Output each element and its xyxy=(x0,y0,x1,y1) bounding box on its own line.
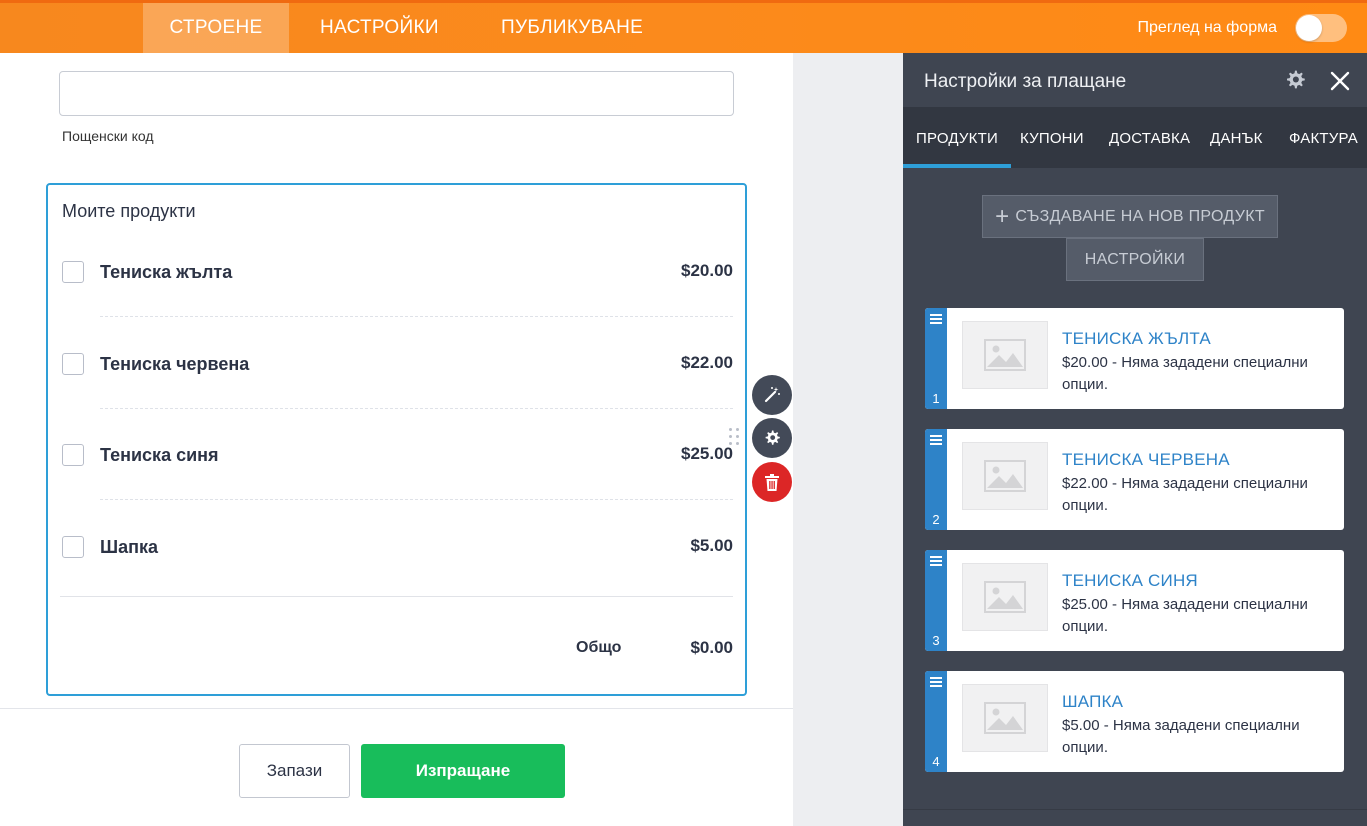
zip-code-input[interactable] xyxy=(59,71,734,116)
product-name: Шапка xyxy=(100,537,158,557)
card-product-desc: $5.00 - Няма зададени специални опции. xyxy=(1062,717,1300,756)
panel-settings-button[interactable] xyxy=(1285,70,1307,92)
product-price: $22.00 xyxy=(681,353,733,372)
products-field[interactable]: Моите продукти Тениска жълта $20.00 Тени… xyxy=(46,183,747,696)
product-checkbox[interactable] xyxy=(62,536,84,558)
form-preview-toggle[interactable] xyxy=(1295,14,1347,42)
product-row: Тениска жълта $20.00 xyxy=(48,261,745,353)
card-index: 1 xyxy=(932,391,940,406)
row-divider xyxy=(100,499,733,500)
card-drag-handle[interactable]: 1 xyxy=(925,308,947,409)
gear-icon xyxy=(765,430,780,445)
product-row: Шапка $5.00 xyxy=(48,536,745,628)
total-label: Общо xyxy=(576,639,622,656)
card-index: 3 xyxy=(932,633,940,648)
zip-code-label: Пощенски код xyxy=(62,128,154,144)
form-preview-label: Преглед на форма xyxy=(1137,19,1277,36)
tab-build[interactable]: СТРОЕНЕ xyxy=(143,3,289,53)
panel-header: Настройки за плащане xyxy=(903,53,1367,107)
tab-publish[interactable]: ПУБЛИКУВАНЕ xyxy=(501,3,643,53)
image-placeholder-icon xyxy=(962,684,1048,752)
trash-icon xyxy=(765,473,779,491)
total-divider xyxy=(60,596,733,597)
gear-icon xyxy=(1287,70,1305,89)
product-name: Тениска червена xyxy=(100,354,250,374)
drag-handle-icon[interactable] xyxy=(729,428,741,450)
panel-title: Настройки за плащане xyxy=(924,71,1127,92)
panel-bottom-divider xyxy=(903,809,1367,810)
form-footer-divider xyxy=(0,708,793,709)
field-settings-button[interactable] xyxy=(752,418,792,458)
product-settings-button[interactable]: НАСТРОЙКИ xyxy=(1066,238,1204,281)
product-price: $5.00 xyxy=(690,536,733,555)
top-navigation-bar: СТРОЕНЕ НАСТРОЙКИ ПУБЛИКУВАНЕ Преглед на… xyxy=(0,0,1367,53)
tab-tax[interactable]: ДАНЪК xyxy=(1210,107,1263,168)
image-placeholder-icon xyxy=(962,321,1048,389)
create-product-label: СЪЗДАВАНЕ НА НОВ ПРОДУКТ xyxy=(1015,207,1265,225)
close-icon xyxy=(1330,71,1350,91)
product-price: $20.00 xyxy=(681,261,733,280)
card-drag-handle[interactable]: 2 xyxy=(925,429,947,530)
product-price: $25.00 xyxy=(681,444,733,463)
payment-settings-panel: Настройки за плащане ПРОДУКТИ КУПОНИ ДОС… xyxy=(903,53,1367,826)
tab-invoice[interactable]: ФАКТУРА xyxy=(1289,107,1358,168)
product-checkbox[interactable] xyxy=(62,261,84,283)
product-card[interactable]: 2 ТЕНИСКА ЧЕРВЕНА $22.00 - Няма зададени… xyxy=(925,429,1344,530)
product-name: Тениска синя xyxy=(100,445,219,465)
canvas-gutter xyxy=(793,53,903,826)
product-card[interactable]: 3 ТЕНИСКА СИНЯ $25.00 - Няма зададени сп… xyxy=(925,550,1344,651)
product-row: Тениска синя $25.00 xyxy=(48,444,745,536)
tab-products[interactable]: ПРОДУКТИ xyxy=(903,107,1011,168)
form-canvas: Пощенски код Моите продукти Тениска жълт… xyxy=(0,53,793,826)
product-card[interactable]: 4 ШАПКА $5.00 - Няма зададени специални … xyxy=(925,671,1344,772)
products-field-title: Моите продукти xyxy=(62,201,196,221)
tab-coupons[interactable]: КУПОНИ xyxy=(1020,107,1084,168)
drag-lines-icon xyxy=(930,314,942,324)
save-button[interactable]: Запази xyxy=(239,744,350,798)
card-product-desc: $25.00 - Няма зададени специални опции. xyxy=(1062,596,1308,635)
card-drag-handle[interactable]: 3 xyxy=(925,550,947,651)
card-index: 4 xyxy=(932,754,940,769)
plus-icon: + xyxy=(995,202,1010,230)
product-row: Тениска червена $22.00 xyxy=(48,353,745,445)
total-value: $0.00 xyxy=(690,638,733,657)
delete-field-button[interactable] xyxy=(752,462,792,502)
card-product-name[interactable]: ТЕНИСКА ЖЪЛТА xyxy=(1062,329,1211,349)
magic-wand-button[interactable] xyxy=(752,375,792,415)
toggle-knob xyxy=(1296,15,1322,41)
image-placeholder-icon xyxy=(962,442,1048,510)
tab-shipping[interactable]: ДОСТАВКА xyxy=(1109,107,1190,168)
close-panel-button[interactable] xyxy=(1329,70,1351,92)
magic-wand-icon xyxy=(764,387,780,403)
drag-lines-icon xyxy=(930,556,942,566)
drag-lines-icon xyxy=(930,435,942,445)
card-index: 2 xyxy=(932,512,940,527)
card-product-name[interactable]: ТЕНИСКА СИНЯ xyxy=(1062,571,1198,591)
card-product-desc: $20.00 - Няма зададени специални опции. xyxy=(1062,354,1308,393)
panel-tabs: ПРОДУКТИ КУПОНИ ДОСТАВКА ДАНЪК ФАКТУРА xyxy=(903,107,1367,168)
product-checkbox[interactable] xyxy=(62,444,84,466)
submit-button[interactable]: Изпращане xyxy=(361,744,565,798)
card-product-desc: $22.00 - Няма зададени специални опции. xyxy=(1062,475,1308,514)
image-placeholder-icon xyxy=(962,563,1048,631)
product-name: Тениска жълта xyxy=(100,262,233,282)
drag-lines-icon xyxy=(930,677,942,687)
card-drag-handle[interactable]: 4 xyxy=(925,671,947,772)
product-checkbox[interactable] xyxy=(62,353,84,375)
card-product-name[interactable]: ШАПКА xyxy=(1062,692,1123,712)
tab-settings[interactable]: НАСТРОЙКИ xyxy=(320,3,439,53)
card-product-name[interactable]: ТЕНИСКА ЧЕРВЕНА xyxy=(1062,450,1230,470)
create-product-button[interactable]: + СЪЗДАВАНЕ НА НОВ ПРОДУКТ xyxy=(982,195,1278,238)
product-card[interactable]: 1 ТЕНИСКА ЖЪЛТА $20.00 - Няма зададени с… xyxy=(925,308,1344,409)
row-divider xyxy=(100,316,733,317)
row-divider xyxy=(100,408,733,409)
